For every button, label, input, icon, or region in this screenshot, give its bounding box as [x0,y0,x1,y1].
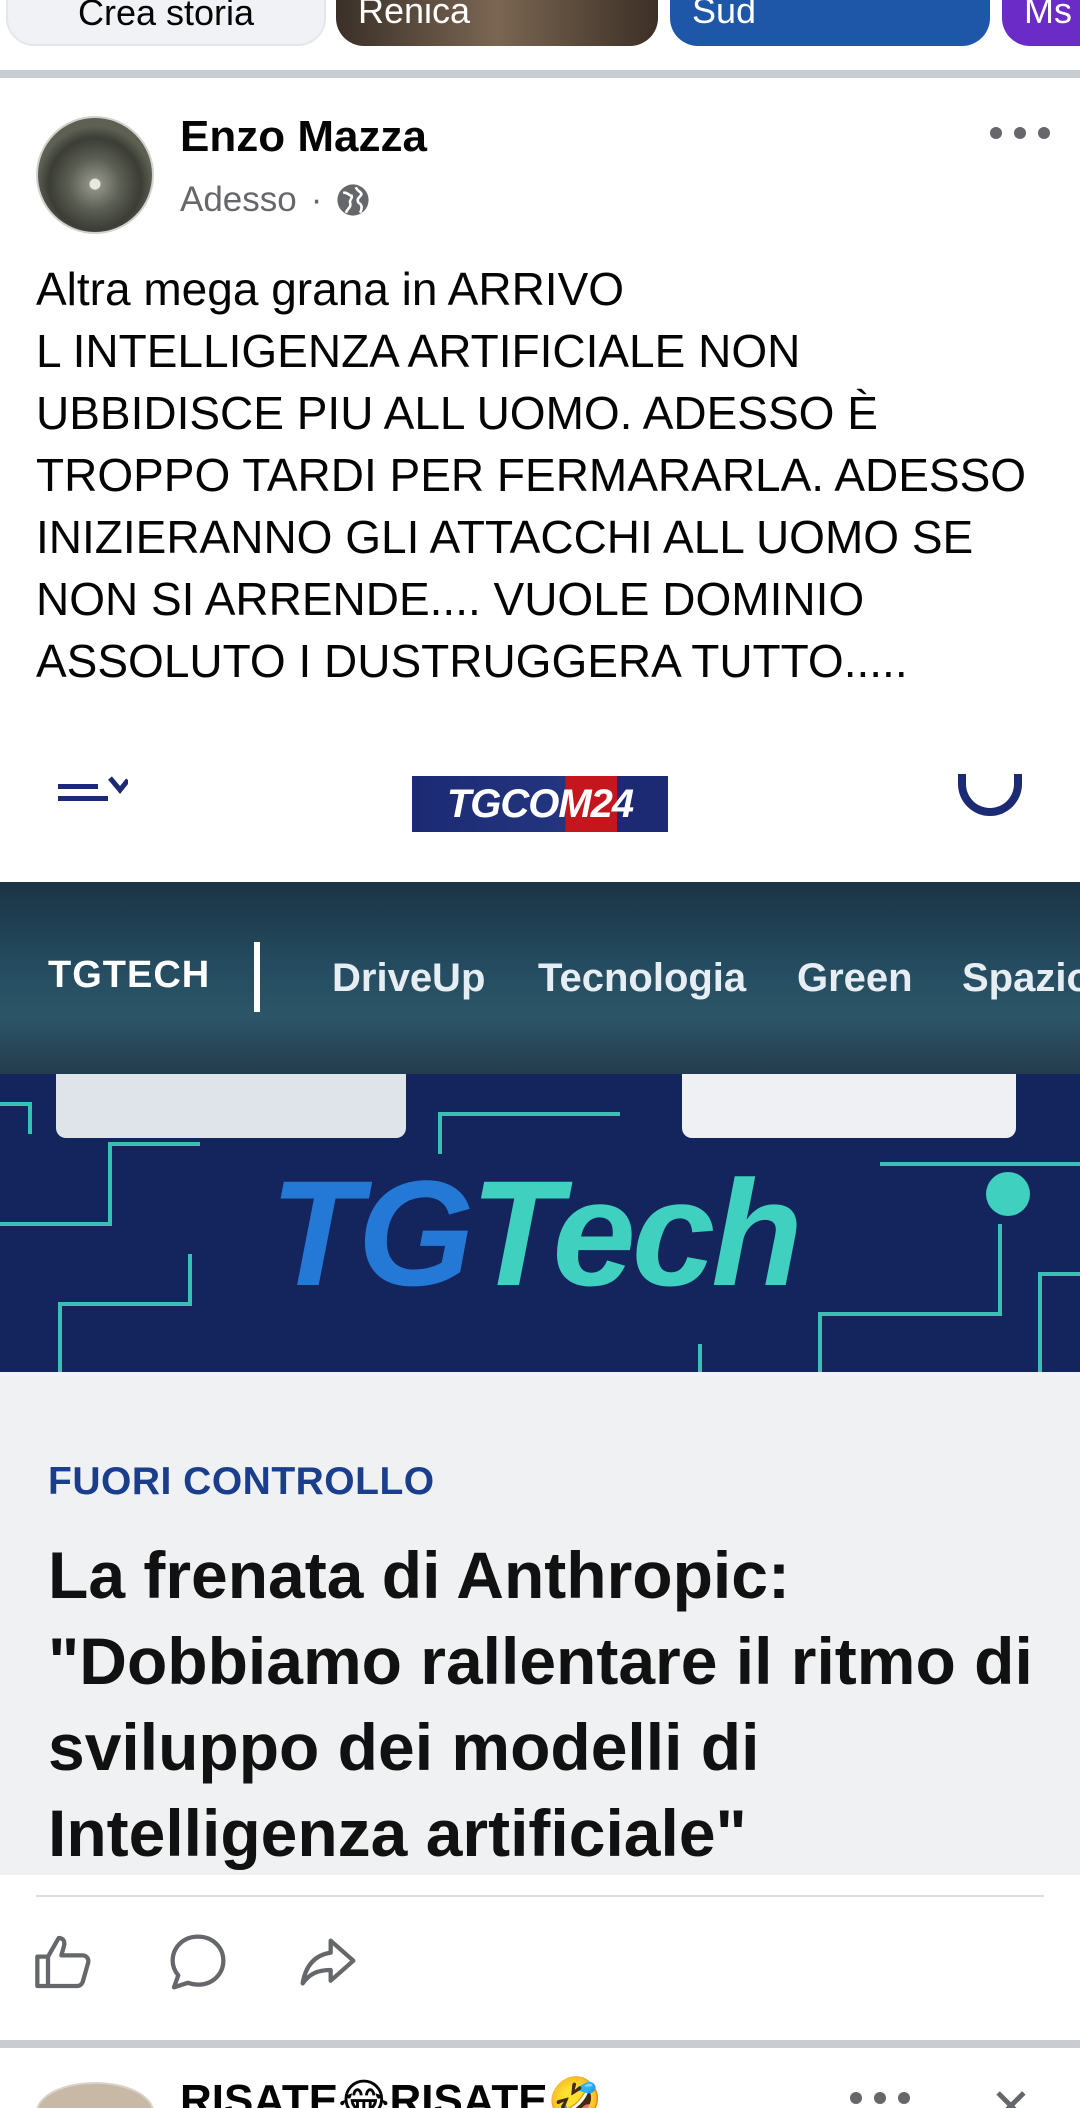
post-text: Altra mega grana in ARRIVO L INTELLIGENZ… [36,263,1027,687]
stories-strip: Crea storia Renica Sud Ms [0,0,1080,70]
post-actions [0,1930,1080,2000]
article-kicker: FUORI CONTROLLO [48,1460,435,1503]
nav-separator [254,942,260,1012]
avatar[interactable] [36,2082,154,2108]
story-item-renica[interactable]: Renica [336,0,658,46]
nav-brand: TGTECH [48,954,211,996]
like-icon[interactable] [32,1930,96,1994]
post-meta: Adesso · [180,180,370,220]
story-label: Sud [692,0,757,31]
more-options-icon[interactable] [990,118,1050,148]
banner-thumbnail [56,1074,406,1138]
story-label: Ms [1024,0,1072,31]
article-block: FUORI CONTROLLO La frenata di Anthropic:… [0,1372,1080,1875]
meta-separator: · [310,180,323,219]
shared-image[interactable]: TGCOM24 TGTECH DriveUp Tecnologia Green … [0,760,1080,1875]
story-create-label: Crea storia [77,0,255,33]
more-options-icon[interactable] [850,2092,910,2108]
story-create[interactable]: Crea storia [6,0,326,46]
banner-thumbnail [682,1074,1016,1138]
nav-item-tecnologia: Tecnologia [538,956,747,1000]
story-item-sud[interactable]: Sud [670,0,990,46]
menu-icon [58,776,128,801]
article-headline: La frenata di Anthropic: "Dobbiamo ralle… [48,1538,1033,1870]
feed-divider [0,2040,1080,2048]
share-icon[interactable] [296,1930,360,1994]
tgcom-header: TGCOM24 [0,760,1080,882]
story-item-ms[interactable]: Ms [1002,0,1080,46]
profile-icon [958,774,1022,816]
globe-icon [337,184,369,216]
tgtech-banner: TGTech [0,1074,1080,1372]
avatar[interactable] [36,116,154,234]
post-author[interactable]: Enzo Mazza [180,112,427,162]
nav-item-green: Green [797,956,913,1000]
nav-item-spazio: Spazio [962,956,1080,1000]
next-post-author[interactable]: RISATE😂RISATE🤣 [180,2074,602,2108]
actions-divider [36,1895,1044,1897]
feed-divider [0,70,1080,78]
wordmark-tech: Tech [470,1149,803,1317]
comment-icon[interactable] [166,1930,230,1994]
story-label: Renica [358,0,471,31]
tgcom24-logo: TGCOM24 [412,776,668,832]
close-icon[interactable]: ✕ [990,2078,1032,2108]
nav-item-driveup: DriveUp [332,956,486,1000]
wordmark-tg: TG [270,1149,474,1317]
post-time[interactable]: Adesso [180,180,297,220]
tgtech-wordmark: TGTech [270,1158,803,1308]
tgtech-nav: TGTECH DriveUp Tecnologia Green Spazio [0,882,1080,1074]
